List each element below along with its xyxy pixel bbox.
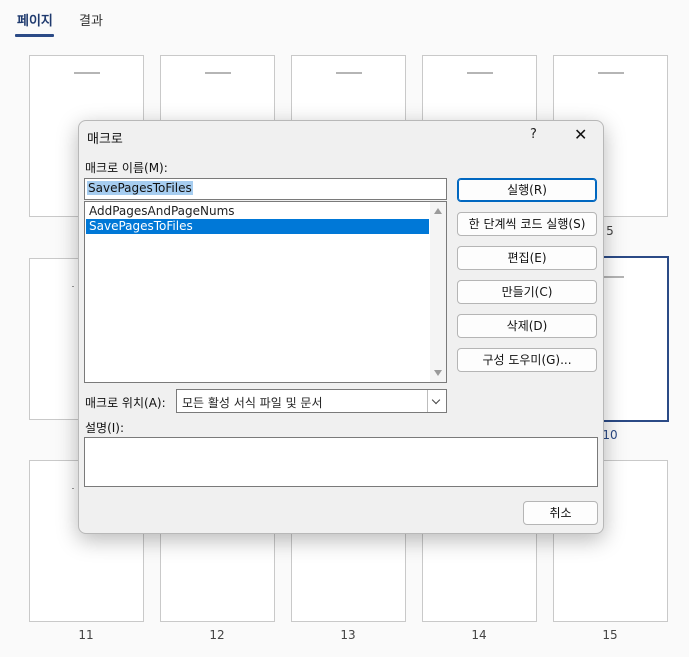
tab-results[interactable]: 결과 [79,10,103,29]
macro-name-input[interactable]: SavePagesToFiles [84,178,447,200]
page-number-11: 11 [78,628,94,642]
navigation-tabs: 페이지 결과 [0,0,689,40]
edit-button[interactable]: 편집(E) [457,246,597,270]
active-tab-indicator [15,34,54,37]
macro-list-item[interactable]: AddPagesAndPageNums [86,204,429,219]
macro-name-label: 매크로 이름(M): [85,161,168,175]
description-field [84,437,598,487]
macro-location-select[interactable]: 모든 활성 서식 파일 및 문서 [176,389,447,413]
macro-list-scrollbar[interactable] [430,202,446,382]
organizer-button[interactable]: 구성 도우미(G)... [457,348,597,372]
scroll-down-icon[interactable] [434,370,442,376]
create-button[interactable]: 만들기(C) [457,280,597,304]
description-label: 설명(I): [85,421,125,435]
macro-list-item-selected[interactable]: SavePagesToFiles [86,219,429,234]
dialog-title: 매크로 [87,132,123,147]
macro-location-label: 매크로 위치(A): [85,396,166,410]
page-number-14: 14 [471,628,487,642]
tab-pages[interactable]: 페이지 [17,10,53,29]
page-number-13: 13 [340,628,356,642]
macro-dialog: 매크로 ? ✕ 매크로 이름(M): SavePagesToFiles AddP… [78,120,604,534]
close-icon[interactable]: ✕ [574,125,587,144]
chevron-down-icon[interactable] [427,390,446,412]
delete-button[interactable]: 삭제(D) [457,314,597,338]
scroll-up-icon[interactable] [434,208,442,214]
page-number-12: 12 [209,628,225,642]
macro-location-value: 모든 활성 서식 파일 및 문서 [182,396,323,410]
cancel-button[interactable]: 취소 [523,501,598,525]
help-button[interactable]: ? [530,127,537,142]
macro-name-value: SavePagesToFiles [87,181,193,195]
page-number-15: 15 [602,628,618,642]
macro-list[interactable]: AddPagesAndPageNums SavePagesToFiles [84,201,447,383]
run-button[interactable]: 실행(R) [457,178,597,202]
step-into-button[interactable]: 한 단계씩 코드 실행(S) [457,212,597,236]
